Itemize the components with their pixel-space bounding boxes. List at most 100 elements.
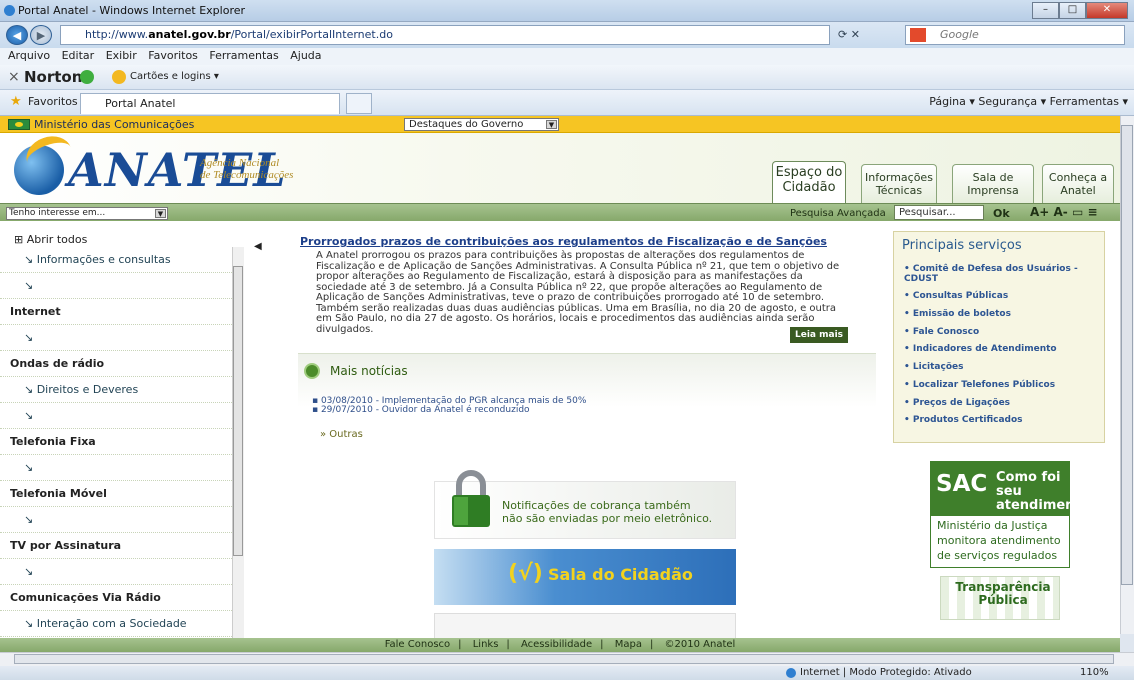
ie-command-bar[interactable]: Página ▾ Segurança ▾ Ferramentas ▾	[929, 90, 1128, 114]
main-content: Prorrogados prazos de contribuições aos …	[258, 221, 878, 648]
search-ok-button[interactable]: Ok	[993, 207, 1010, 220]
window-titlebar: Portal Anatel - Windows Internet Explore…	[0, 0, 1134, 22]
tab-portal-anatel[interactable]: Portal Anatel	[80, 93, 340, 114]
footer-copyright: ©2010 Anatel	[664, 639, 736, 650]
news-item[interactable]: ▪ 29/07/2010 - Ouvidor da Anatel é recon…	[312, 405, 530, 415]
address-input[interactable]: http://www.anatel.gov.br/Portal/exibirPo…	[60, 25, 830, 45]
sidebar-item-direitos[interactable]: ↘ Direitos e Deveres	[0, 377, 232, 403]
window-controls: – □ ✕	[1032, 2, 1128, 19]
sidebar-expand[interactable]: ↘	[0, 559, 232, 585]
sac-logo: SAC	[936, 471, 988, 497]
service-link[interactable]: • Fale Conosco	[904, 327, 979, 337]
page-scroll-thumb[interactable]	[1121, 125, 1133, 585]
sidebar-item-telefonia-fixa[interactable]: Telefonia Fixa	[0, 429, 232, 455]
padlock-icon	[452, 470, 490, 527]
sidebar-item-comunicacoes-radio[interactable]: Comunicações Via Rádio	[0, 585, 232, 611]
security-zone[interactable]: Internet | Modo Protegido: Ativado	[800, 666, 972, 680]
ministry-bar: Ministério das Comunicações Destaques do…	[0, 116, 1120, 133]
menu-arquivo[interactable]: Arquivo	[8, 49, 50, 62]
footer-mapa[interactable]: Mapa	[615, 639, 642, 650]
ie-icon	[4, 5, 15, 16]
expand-all-link[interactable]: ⊞ Abrir todos	[14, 233, 87, 246]
ministry-link[interactable]: Ministério das Comunicações	[34, 118, 194, 131]
sidebar-expand[interactable]: ↘	[0, 273, 232, 299]
read-more-button[interactable]: Leia mais	[790, 327, 848, 343]
horizontal-scroll-thumb[interactable]	[14, 654, 1114, 664]
site-search-input[interactable]: Pesquisar...	[894, 205, 984, 220]
sidebar-scroll-thumb[interactable]	[233, 266, 243, 556]
checkmark-icon: (√)	[508, 561, 543, 586]
refresh-icon[interactable]: ⟳ ✕	[838, 28, 860, 41]
maximize-button[interactable]: □	[1059, 2, 1086, 19]
menu-exibir[interactable]: Exibir	[106, 49, 137, 62]
site-footer: Fale Conosco | Links | Acessibilidade | Map…	[0, 638, 1120, 652]
key-icon	[112, 70, 126, 84]
sac-banner[interactable]: SAC Como foi seu atendimento	[930, 461, 1090, 516]
norton-toolbar: × Norton Cartões e logins ▾	[0, 65, 1134, 90]
tab-conheca-anatel[interactable]: Conheça a Anatel	[1042, 164, 1114, 203]
cartoes-menu[interactable]: Cartões e logins ▾	[130, 65, 219, 89]
menu-ajuda[interactable]: Ajuda	[290, 49, 321, 62]
sidebar-item-ondas[interactable]: Ondas de rádio	[0, 351, 232, 377]
menu-bar: Arquivo Editar Exibir Favoritos Ferramen…	[0, 48, 1134, 65]
news-body: A Anatel prorrogou os prazos para contri…	[316, 250, 840, 335]
tab-espaco-cidadao[interactable]: Espaço do Cidadão	[772, 161, 846, 203]
footer-links[interactable]: Links	[473, 639, 499, 650]
news-icon	[304, 363, 320, 379]
advanced-search-link[interactable]: Pesquisa Avançada	[790, 208, 886, 219]
sidebar-expand[interactable]: ↘	[0, 455, 232, 481]
interesse-select[interactable]: Tenho interesse em... ▼	[6, 207, 168, 220]
text-size-tools[interactable]: A+ A- ▭ ≡	[1030, 205, 1098, 219]
service-link[interactable]: • Consultas Públicas	[904, 291, 1008, 301]
sidebar-expand[interactable]: ↘	[0, 325, 232, 351]
service-link[interactable]: • Emissão de boletos	[904, 309, 1011, 319]
globe-icon	[786, 668, 796, 678]
sidebar-item-internet[interactable]: Internet	[0, 299, 232, 325]
back-button[interactable]: ◀	[6, 25, 28, 45]
sidebar-expand[interactable]: ↘	[0, 507, 232, 533]
transparencia-banner[interactable]: Transparência Pública	[940, 576, 1060, 620]
forward-button[interactable]: ▶	[30, 25, 52, 45]
services-title: Principais serviços	[902, 238, 1022, 253]
zoom-level[interactable]: 110%	[1080, 666, 1109, 680]
services-box	[893, 231, 1105, 443]
sidebar-expand[interactable]: ↘	[0, 403, 232, 429]
footer-acessibilidade[interactable]: Acessibilidade	[521, 639, 592, 650]
close-icon[interactable]: ×	[8, 65, 20, 89]
service-link[interactable]: • Produtos Certificados	[904, 415, 1023, 425]
sidebar-item-interacao[interactable]: ↘ Interação com a Sociedade	[0, 611, 232, 637]
favorites-bar: ★ Favoritos Portal Anatel Página ▾ Segur…	[0, 90, 1134, 116]
news-headline[interactable]: Prorrogados prazos de contribuições aos …	[300, 235, 827, 248]
search-input[interactable]: Google	[905, 25, 1125, 45]
destaques-select[interactable]: Destaques do Governo ▼	[404, 118, 559, 131]
sac-description[interactable]: Ministério da Justiça monitora atendimen…	[930, 516, 1070, 568]
sidebar-item-tv-assinatura[interactable]: TV por Assinatura	[0, 533, 232, 559]
tab-informacoes-tecnicas[interactable]: Informações Técnicas	[861, 164, 937, 203]
sac-question: Como foi seu atendimento	[996, 470, 1090, 513]
transparencia-label: Transparência Pública	[955, 580, 1051, 607]
service-link[interactable]: • Localizar Telefones Públicos	[904, 380, 1055, 390]
menu-editar[interactable]: Editar	[62, 49, 95, 62]
new-tab-button[interactable]	[346, 93, 372, 114]
service-link[interactable]: • Licitações	[904, 362, 964, 372]
window-title: Portal Anatel - Windows Internet Explore…	[18, 4, 246, 17]
favorites-button[interactable]: Favoritos	[28, 90, 78, 114]
footer-fale-conosco[interactable]: Fale Conosco	[385, 639, 450, 650]
minimize-button[interactable]: –	[1032, 2, 1059, 19]
sidebar-item-informacoes[interactable]: ↘ Informações e consultas	[0, 247, 232, 273]
menu-ferramentas[interactable]: Ferramentas	[209, 49, 278, 62]
other-news-link[interactable]: » Outras	[320, 429, 363, 440]
sidebar: ⊞ Abrir todos ↘ Informações e consultas …	[0, 221, 262, 648]
check-icon[interactable]	[80, 70, 94, 84]
norton-menu[interactable]: Norton	[24, 65, 82, 89]
sidebar-item-telefonia-movel[interactable]: Telefonia Móvel	[0, 481, 232, 507]
service-link[interactable]: • Indicadores de Atendimento	[904, 344, 1057, 354]
sala-cidadao-label: Sala do Cidadão	[548, 565, 693, 584]
close-button[interactable]: ✕	[1086, 2, 1128, 19]
service-link[interactable]: • Comitê de Defesa dos Usuários - CDUST	[904, 264, 1094, 284]
chevron-down-icon: ▼	[546, 120, 557, 129]
address-toolbar: ◀ ▶ http://www.anatel.gov.br/Portal/exib…	[0, 22, 1134, 48]
service-link[interactable]: • Preços de Ligações	[904, 398, 1010, 408]
tab-sala-imprensa[interactable]: Sala de Imprensa	[952, 164, 1034, 203]
menu-favoritos[interactable]: Favoritos	[148, 49, 198, 62]
